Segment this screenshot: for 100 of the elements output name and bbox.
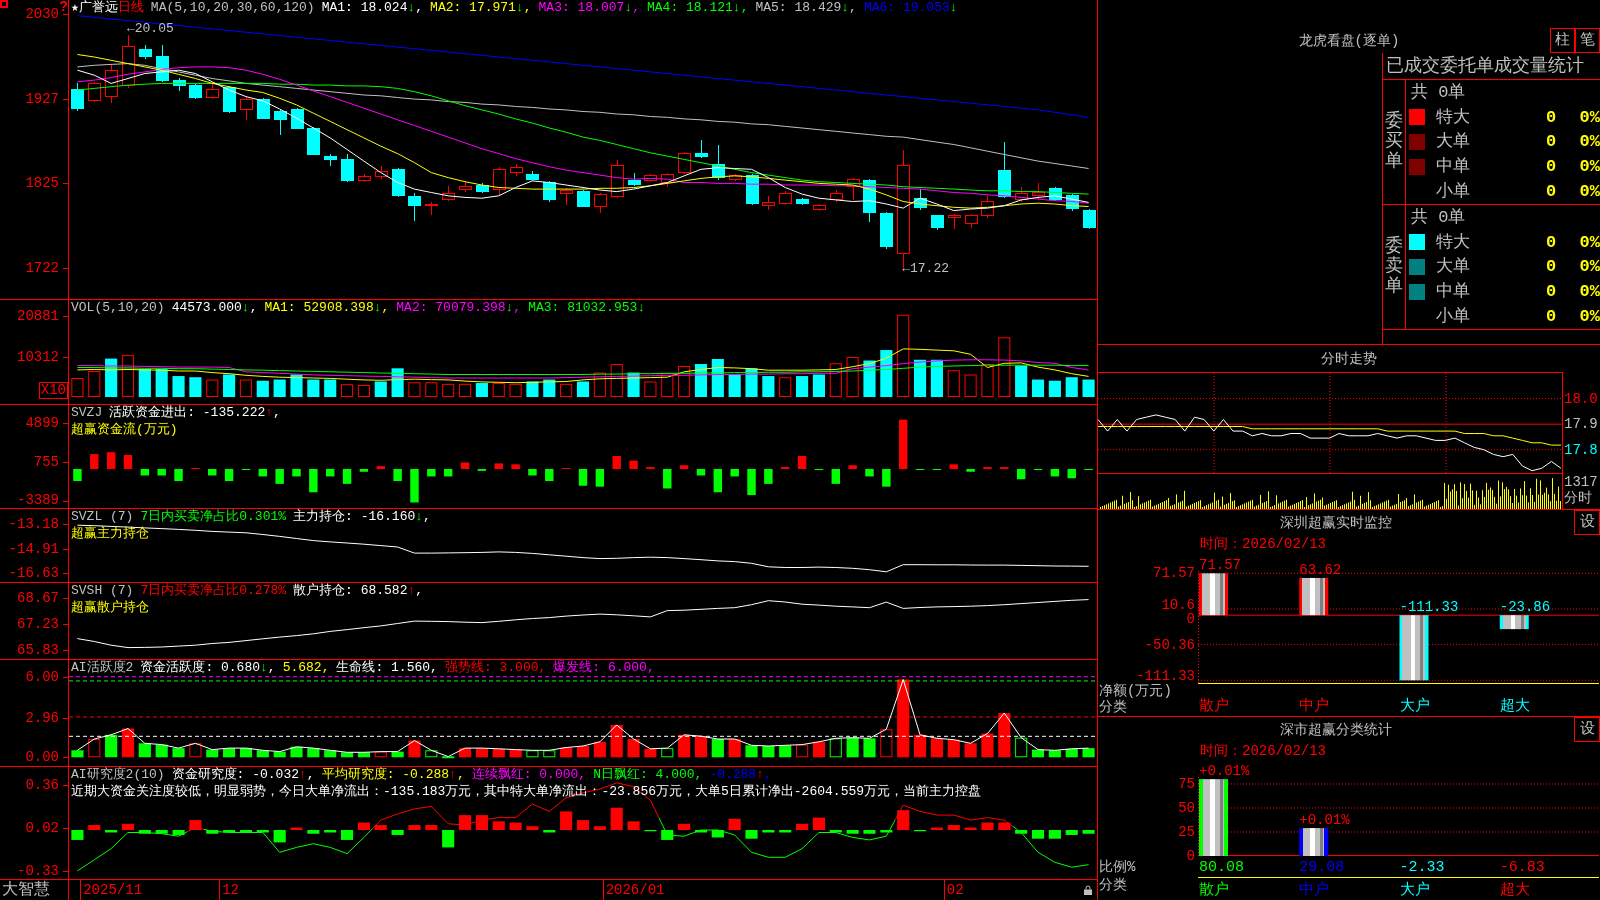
date-label: 2026/01 — [602, 880, 665, 900]
axis-label: 71.57 — [1153, 566, 1195, 581]
candlestick — [965, 213, 978, 229]
candlestick — [324, 153, 337, 167]
axis-label: 10312 — [17, 349, 59, 365]
panel-title: 深圳超赢实时监控 — [1280, 514, 1392, 531]
lock-icon — [1084, 885, 1092, 895]
candlestick — [863, 178, 876, 223]
candlestick — [206, 81, 219, 100]
candlestick — [1083, 208, 1096, 230]
candlestick — [122, 34, 135, 89]
date-label: 02 — [943, 880, 964, 900]
indicator-label: 生命线: 1.560, — [336, 660, 438, 675]
candlestick — [493, 166, 506, 197]
order-percent: 0% — [1578, 282, 1600, 302]
indicator-note: 超赢散户持仓 — [71, 600, 150, 615]
axis-label: 10.6 — [1161, 598, 1195, 613]
category-label: 中户 — [1299, 882, 1330, 899]
indicator-label: -0.288↑, — [709, 767, 772, 782]
app-name: 大智慧 — [2, 881, 50, 899]
view-mode-button[interactable]: 柱 — [1550, 28, 1575, 53]
axis-title: 比例% — [1099, 859, 1136, 875]
axis-label: 75 — [1178, 777, 1195, 791]
bar-value-label: -111.33 — [1399, 599, 1459, 616]
order-count: 0 — [1544, 232, 1558, 252]
candlestick — [223, 85, 236, 114]
order-count: 0 — [1544, 107, 1558, 127]
candlestick — [392, 168, 405, 198]
axis-title: 分类 — [1099, 877, 1128, 893]
indicator-label: 7日内买卖净占比0.278% — [140, 583, 287, 598]
bar-value-label: 71.57 — [1199, 557, 1241, 574]
axis-title: 分类 — [1099, 699, 1128, 715]
indicator-label: 44573.000↓, — [171, 300, 258, 315]
axis-title: 净额(万元) — [1099, 683, 1173, 699]
view-mode-button[interactable]: 笔 — [1575, 28, 1600, 53]
indicator-label: 强势线: 3.000, — [444, 660, 547, 675]
indicator-label: MA3: 18.007↓, — [538, 0, 640, 15]
order-size-label: 中单 — [1436, 282, 1471, 302]
order-percent: 0% — [1578, 232, 1600, 252]
indicator-label: MA1: 52908.398↓, — [264, 300, 390, 315]
candlestick — [173, 77, 186, 92]
candlestick — [998, 141, 1011, 199]
category-label: 散户 — [1199, 698, 1229, 715]
axis-label: -16.63 — [8, 564, 59, 581]
square-icon — [0, 0, 8, 8]
help-mark[interactable]: ? — [59, 0, 68, 14]
axis-label: 2030 — [25, 6, 59, 23]
report-time: 时间：2026/02/13 — [1200, 742, 1326, 759]
date-label: 12 — [219, 880, 239, 900]
candlestick — [746, 173, 759, 206]
axis-label: 50 — [1178, 801, 1195, 815]
axis-label: -13.18 — [8, 516, 59, 532]
candlestick — [240, 96, 253, 121]
axis-label: 0.36 — [25, 777, 59, 794]
axis-label: 1825 — [25, 175, 59, 192]
axis-label: -3389 — [17, 492, 59, 508]
axis-label: -111.33 — [1136, 669, 1195, 683]
indicator-label: SVSH (7) — [71, 583, 134, 598]
star-label: ★ — [71, 0, 79, 15]
order-count: 0 — [1544, 307, 1558, 327]
indicator-label: VOL(5,10,20) — [71, 300, 165, 315]
candlestick — [560, 187, 573, 206]
candlestick — [644, 173, 657, 183]
axis-label: 0 — [1186, 849, 1195, 863]
unit-label: X10 — [38, 382, 68, 399]
indicator-label: N日飘红: 4.000, — [593, 767, 703, 782]
candlestick — [307, 126, 320, 156]
change-label: +0.01% — [1199, 763, 1250, 780]
order-total: 共 0单 — [1411, 207, 1466, 227]
candlestick — [291, 107, 304, 130]
indicator-label: MA4: 18.121↓, — [647, 0, 749, 15]
candlestick — [847, 177, 860, 201]
candlestick — [510, 163, 523, 177]
indicator-label: MA1: 18.024↓, — [321, 0, 424, 15]
candlestick — [762, 195, 775, 211]
candlestick — [628, 172, 641, 187]
candlestick — [796, 197, 809, 206]
order-total: 共 0单 — [1411, 82, 1466, 102]
order-size-label: 大单 — [1436, 132, 1471, 152]
settings-button[interactable]: 设 — [1574, 510, 1600, 535]
candlestick — [274, 109, 287, 136]
panel-title: 深市超赢分类统计 — [1280, 721, 1392, 738]
axis-label: 25 — [1178, 825, 1195, 839]
axis-label: 68.67 — [17, 589, 59, 606]
indicator-label: 资金研究度: -0.032↑, — [171, 767, 315, 782]
axis-label: 67.23 — [17, 616, 59, 633]
candlestick — [476, 182, 489, 194]
indicator-label: MA5: 18.429↓, — [755, 0, 857, 15]
candlestick — [981, 195, 994, 219]
settings-button[interactable]: 设 — [1574, 717, 1600, 742]
price-annotation: ←20.05 — [127, 21, 174, 37]
axis-label: -0.33 — [17, 862, 59, 879]
axis-label: 0 — [1186, 612, 1195, 627]
axis-label: 65.83 — [17, 642, 59, 659]
indicator-label: AI活跃度2 — [71, 660, 134, 675]
candlestick — [712, 144, 725, 181]
axis-label: 18.0 — [1564, 390, 1598, 407]
order-percent: 0% — [1578, 107, 1600, 127]
axis-label: 0.02 — [25, 819, 59, 836]
candlestick — [105, 63, 118, 104]
